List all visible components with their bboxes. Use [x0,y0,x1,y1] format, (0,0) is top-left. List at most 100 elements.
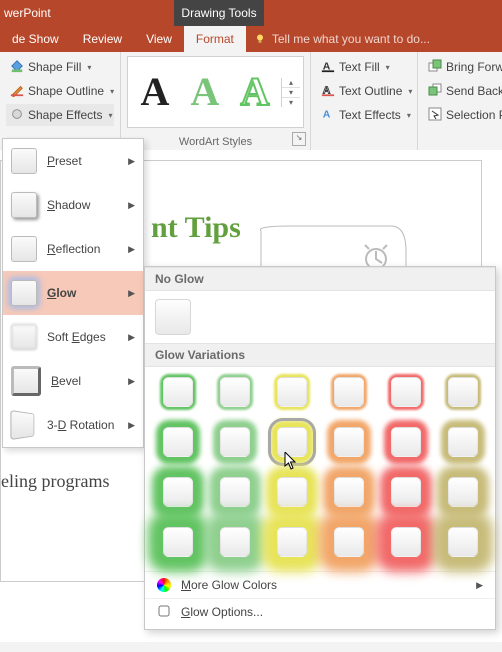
reflection-rest: eflection [56,242,101,256]
shape-outline-label: Shape Outline [28,84,104,98]
lightbulb-icon [254,33,266,45]
chevron-right-icon: ▶ [128,332,135,343]
effects-icon [10,107,24,124]
pen-icon [10,83,24,100]
glow-options[interactable]: Glow Options... [145,598,495,625]
glow-swatch-r3-c4[interactable] [334,477,364,507]
glow-swatch-r2-c3[interactable] [277,427,307,457]
text-effects-icon: A [321,107,335,124]
glow-swatch-r1-c3[interactable] [277,377,307,407]
glow-rest: low [56,286,76,300]
reflection-icon [11,236,37,262]
glow-swatch-r3-c3[interactable] [277,477,307,507]
text-fill-button[interactable]: A Text Fill ▾ [317,56,411,78]
glow-swatch-r4-c3[interactable] [277,527,307,557]
glow-swatch-r2-c2[interactable] [220,427,250,457]
chevron-right-icon: ▶ [128,376,135,387]
glow-swatch-r1-c1[interactable] [163,377,193,407]
tab-review[interactable]: Review [71,26,134,52]
glow-swatch-r2-c5[interactable] [391,427,421,457]
glow-options-rest: low Options... [190,605,263,619]
glow-swatch-r3-c5[interactable] [391,477,421,507]
text-fill-icon: A [321,59,335,76]
tab-view[interactable]: View [134,26,184,52]
shape-fill-button[interactable]: Shape Fill ▾ [6,56,114,78]
bring-forward-button[interactable]: Bring Forwa [424,56,502,78]
glow-options-icon [157,604,171,621]
gallery-scroll-down[interactable]: ▾ [282,88,300,98]
no-glow-swatch[interactable] [155,299,191,335]
effects-item-reflection[interactable]: Reflection ▶ [3,227,143,271]
shape-outline-button[interactable]: Shape Outline ▾ [6,80,114,102]
body-text: eling programs [1,471,109,492]
chevron-down-icon: ▾ [110,87,114,96]
color-wheel-icon [157,578,171,592]
rot-rest: Rotation [66,418,114,432]
text-effects-button[interactable]: A Text Effects ▾ [317,104,411,126]
glow-swatch-r2-c1[interactable] [163,427,193,457]
gallery-expand[interactable]: ▾ [282,98,300,107]
glow-options-pre: G [181,605,190,619]
text-effects-label: Text Effects [339,108,401,122]
glow-swatch-r4-c2[interactable] [220,527,250,557]
text-outline-label: Text Outline [339,84,402,98]
tell-me-search[interactable]: Tell me what you want to do... [246,26,430,52]
wordart-preset-2[interactable]: A [181,64,229,120]
preset-icon [11,148,37,174]
glow-swatch-r4-c4[interactable] [334,527,364,557]
glow-swatch-r1-c2[interactable] [220,377,250,407]
chevron-right-icon: ▶ [476,580,483,591]
effects-item-3drotation[interactable]: 3-D Rotation ▶ [3,403,143,447]
shadow-rest: hadow [55,198,90,212]
selection-pane-button[interactable]: Selection Pa [424,104,502,126]
group-text-fx: A Text Fill ▾ A Text Outline ▾ A Text Ef… [311,52,418,150]
glow-swatch-r3-c2[interactable] [220,477,250,507]
glow-swatch-r1-c4[interactable] [334,377,364,407]
more-glow-colors[interactable]: More Glow Colors ▶ [145,571,495,598]
bring-forward-label: Bring Forwa [446,60,502,74]
gallery-scroll-up[interactable]: ▴ [282,78,300,88]
text-outline-button[interactable]: A Text Outline ▾ [317,80,411,102]
glow-swatch-r3-c1[interactable] [163,477,193,507]
glow-swatch-r2-c4[interactable] [334,427,364,457]
glow-swatch-r4-c6[interactable] [448,527,478,557]
bevel-icon [11,366,41,396]
tab-slideshow[interactable]: de Show [0,26,71,52]
glow-variations-grid [145,367,495,571]
shape-effects-button[interactable]: Shape Effects ▾ [6,104,114,126]
chevron-right-icon: ▶ [128,200,135,211]
effects-item-bevel[interactable]: Bevel ▶ [3,359,143,403]
group-arrange: Bring Forwa Send Backw Selection Pa [418,52,502,150]
bring-forward-icon [428,59,442,76]
wordart-gallery[interactable]: A A A ▴ ▾ ▾ [127,56,304,128]
send-backward-button[interactable]: Send Backw [424,80,502,102]
glow-swatch-r3-c6[interactable] [448,477,478,507]
glow-submenu: No Glow Glow Variations More Glow Colors… [144,266,496,630]
wordart-preset-3[interactable]: A [231,64,279,120]
softedges-icon [11,324,37,350]
text-fill-label: Text Fill [339,60,380,74]
chevron-down-icon: ▾ [87,63,91,72]
heading-no-glow: No Glow [145,267,495,291]
effects-item-shadow[interactable]: Shadow ▶ [3,183,143,227]
glow-swatch-r1-c6[interactable] [448,377,478,407]
preset-rest: reset [55,154,82,168]
more-colors-rest: ore Glow Colors [191,578,277,592]
gallery-spinner: ▴ ▾ ▾ [281,78,300,107]
bucket-icon [10,59,24,76]
effects-item-softedges[interactable]: Soft Edges ▶ [3,315,143,359]
glow-swatch-r4-c1[interactable] [163,527,193,557]
rot-pre: 3- [47,418,58,432]
tab-format[interactable]: Format [184,26,246,52]
effects-item-preset[interactable]: Preset ▶ [3,139,143,183]
effects-item-glow[interactable]: Glow ▶ [3,271,143,315]
glow-swatch-r4-c5[interactable] [391,527,421,557]
chevron-down-icon: ▾ [109,111,113,120]
glow-swatch-r1-c5[interactable] [391,377,421,407]
title-bar: werPoint Drawing Tools [0,0,502,26]
shadow-icon [11,192,37,218]
wordart-preset-1[interactable]: A [131,64,179,120]
dialog-launcher-icon[interactable]: ↘ [292,132,306,146]
glow-swatch-r2-c6[interactable] [448,427,478,457]
title-bar-filler [264,0,502,26]
